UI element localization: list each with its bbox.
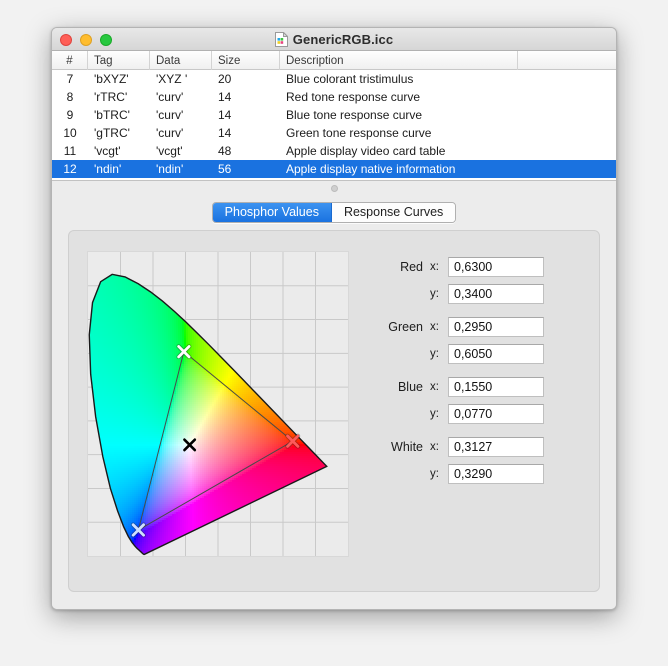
column-header-number[interactable]: #	[52, 51, 88, 70]
table-row[interactable]: 9 'bTRC' 'curv' 14 Blue tone response curve	[52, 106, 616, 124]
cell-tag: 'vcgt'	[94, 144, 121, 158]
red-x-input[interactable]: 0,6300	[448, 257, 544, 277]
cell-data: 'ndin'	[156, 162, 184, 176]
cell-data: 'curv'	[156, 90, 184, 104]
cell-description: Blue colorant tristimulus	[286, 72, 414, 86]
cell-tag: 'ndin'	[94, 162, 122, 176]
tab-bar: Phosphor Values Response Curves	[52, 194, 616, 230]
cell-number: 7	[66, 72, 74, 86]
window-title-group: GenericRGB.icc	[52, 28, 616, 51]
table-body: 7 'bXYZ' 'XYZ ' 20 Blue colorant tristimulus…	[52, 70, 616, 180]
white-y-input[interactable]: 0,3290	[448, 464, 544, 484]
field-row-white-x: White x: 0,3127	[375, 435, 587, 459]
chromaticity-diagram[interactable]	[87, 251, 349, 557]
green-y-input[interactable]: 0,6050	[448, 344, 544, 364]
axis-label-y: y:	[430, 288, 439, 300]
table-row[interactable]: 7 'bXYZ' 'XYZ ' 20 Blue colorant tristimulus	[52, 70, 616, 88]
cell-number: 9	[66, 108, 74, 122]
cell-size: 48	[218, 144, 232, 158]
blue-x-input[interactable]: 0,1550	[448, 377, 544, 397]
cell-tag: 'rTRC'	[94, 90, 128, 104]
column-header-size[interactable]: Size	[212, 51, 280, 70]
cell-description: Red tone response curve	[286, 90, 421, 104]
screen: GenericRGB.icc # Tag Data Size Descripti…	[0, 0, 668, 666]
label-blue: Blue	[397, 380, 423, 394]
field-row-white-y: y: 0,3290	[375, 462, 587, 486]
field-row-red-y: y: 0,3400	[375, 282, 587, 306]
column-header-description[interactable]: Description	[280, 51, 518, 70]
tab-phosphor-values[interactable]: Phosphor Values	[212, 202, 332, 222]
field-row-blue-x: Blue x: 0,1550	[375, 375, 587, 399]
axis-label-y: y:	[430, 348, 439, 360]
axis-label-x: x:	[430, 261, 439, 273]
blue-y-input[interactable]: 0,0770	[448, 404, 544, 424]
cell-size: 20	[218, 72, 232, 86]
cell-size: 14	[218, 108, 232, 122]
tag-table: # Tag Data Size Description 7 'bXYZ' 'XYZ …	[52, 51, 616, 180]
table-row[interactable]: 12 'ndin' 'ndin' 56 Apple display native inf…	[52, 160, 616, 178]
axis-label-x: x:	[430, 321, 439, 333]
axis-label-y: y:	[430, 468, 439, 480]
cell-description: Blue tone response curve	[286, 108, 423, 122]
table-header-row: # Tag Data Size Description	[52, 51, 616, 70]
content-area: Red x: 0,6300 y: 0,3400 Green x: 0,2950 y: 0,6050…	[52, 230, 616, 609]
field-row-red-x: Red x: 0,6300	[375, 255, 587, 279]
column-header-data[interactable]: Data	[150, 51, 212, 70]
cell-description: Apple display video card table	[286, 144, 446, 158]
cell-data: 'curv'	[156, 108, 184, 122]
cie-chart-svg	[88, 252, 348, 556]
cell-description: Apple display native information	[286, 162, 456, 176]
cell-tag: 'bXYZ'	[94, 72, 129, 86]
red-y-input[interactable]: 0,3400	[448, 284, 544, 304]
splitter-handle-dot[interactable]	[331, 185, 338, 192]
white-x-input[interactable]: 0,3127	[448, 437, 544, 457]
phosphor-panel: Red x: 0,6300 y: 0,3400 Green x: 0,2950 y: 0,6050…	[68, 230, 600, 592]
field-row-green-x: Green x: 0,2950	[375, 315, 587, 339]
column-header-spacer[interactable]	[518, 51, 616, 70]
pane-splitter[interactable]	[52, 180, 616, 194]
phosphor-values-fields: Red x: 0,6300 y: 0,3400 Green x: 0,2950 y: 0,6050…	[349, 243, 587, 579]
window-title: GenericRGB.icc	[292, 32, 394, 47]
cell-tag: 'bTRC'	[94, 108, 130, 122]
table-row[interactable]: 11 'vcgt' 'vcgt' 48 Apple display video card…	[52, 142, 616, 160]
tab-response-curves[interactable]: Response Curves	[331, 202, 456, 222]
window-titlebar[interactable]: GenericRGB.icc	[52, 28, 616, 51]
field-row-green-y: y: 0,6050	[375, 342, 587, 366]
cell-data: 'vcgt'	[156, 144, 183, 158]
cell-data: 'XYZ '	[156, 72, 188, 86]
axis-label-x: x:	[430, 381, 439, 393]
table-row[interactable]: 10 'gTRC' 'curv' 14 Green tone response curv…	[52, 124, 616, 142]
cell-tag: 'gTRC'	[94, 126, 130, 140]
label-white: White	[391, 440, 423, 454]
cell-description: Green tone response curve	[286, 126, 432, 140]
field-row-blue-y: y: 0,0770	[375, 402, 587, 426]
icc-document-icon	[274, 31, 289, 47]
cell-number: 10	[63, 126, 77, 140]
label-red: Red	[400, 260, 423, 274]
cell-size: 14	[218, 126, 232, 140]
cell-number: 8	[66, 90, 74, 104]
column-header-tag[interactable]: Tag	[88, 51, 150, 70]
cell-number: 12	[63, 162, 77, 176]
axis-label-x: x:	[430, 441, 439, 453]
table-row[interactable]: 8 'rTRC' 'curv' 14 Red tone response curve	[52, 88, 616, 106]
green-x-input[interactable]: 0,2950	[448, 317, 544, 337]
label-green: Green	[388, 320, 423, 334]
segmented-control: Phosphor Values Response Curves	[211, 201, 457, 223]
cell-data: 'curv'	[156, 126, 184, 140]
cell-size: 56	[218, 162, 232, 176]
cell-size: 14	[218, 90, 232, 104]
cell-number: 11	[63, 144, 77, 158]
axis-label-y: y:	[430, 408, 439, 420]
icc-profile-window: GenericRGB.icc # Tag Data Size Descripti…	[51, 27, 617, 610]
